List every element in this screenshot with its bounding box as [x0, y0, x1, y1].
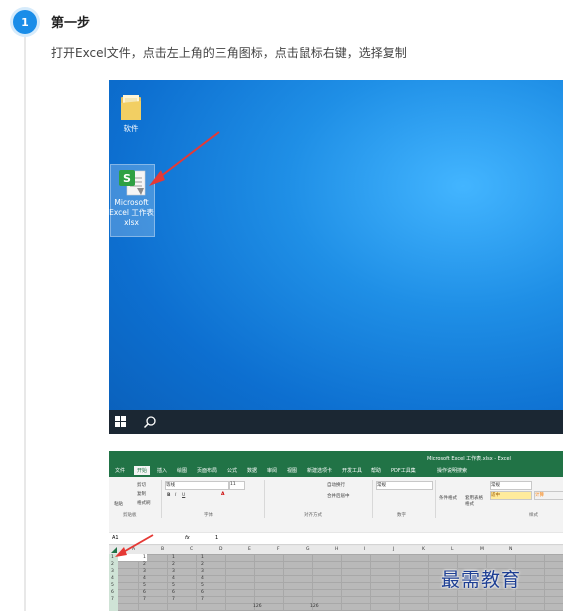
step-description: 打开Excel文件，点击左上角的三角图标，点击鼠标右键，选择复制 [51, 46, 407, 60]
taskbar [109, 410, 563, 434]
timeline-line [24, 36, 26, 611]
excel-screenshot: Microsoft Excel 工作表.xlsx - Excel 文件 开始 插… [109, 451, 563, 611]
red-arrow-icon [149, 131, 220, 186]
step-number-badge: 1 [13, 10, 37, 34]
watermark-logo: 最需教育 [441, 569, 522, 591]
search-icon[interactable] [143, 415, 157, 429]
step-title: 第一步 [51, 16, 91, 31]
desktop-screenshot: 软件 S Microsoft Excel 工作表 xlsx [109, 80, 563, 434]
windows-start-icon[interactable] [115, 416, 126, 427]
